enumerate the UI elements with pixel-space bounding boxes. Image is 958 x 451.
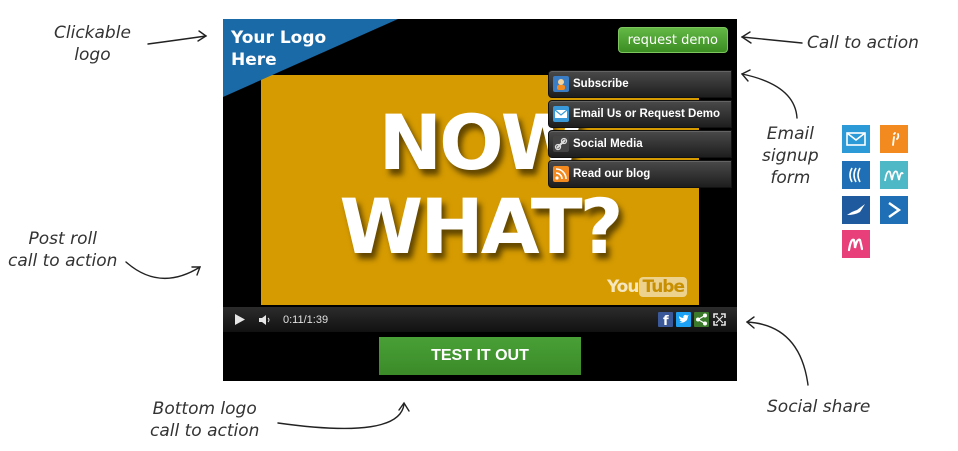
player-controls: 0:11/1:39 f xyxy=(223,307,737,332)
time-display: 0:11/1:39 xyxy=(283,313,329,326)
email-provider-icon xyxy=(842,125,870,153)
arrow-post-roll xyxy=(125,261,201,279)
arrow-social-share xyxy=(746,321,809,386)
menu-item-blog[interactable]: Read our blog xyxy=(548,160,732,188)
navy-bird-provider-icon xyxy=(842,196,870,224)
menu-item-label: Email Us or Request Demo xyxy=(573,108,720,120)
clickable-logo[interactable]: Your Logo Here xyxy=(223,19,398,97)
blue-arrow-provider-icon xyxy=(880,196,908,224)
email-icon xyxy=(553,106,569,122)
test-it-out-button[interactable]: TEST IT OUT xyxy=(379,337,581,375)
headline-line-2: WHAT? xyxy=(339,182,623,271)
youtube-watermark[interactable]: You Tube xyxy=(607,277,687,297)
logo-text: Your Logo Here xyxy=(231,28,327,70)
subscribe-icon xyxy=(553,76,569,92)
twitter-icon[interactable] xyxy=(676,312,691,327)
svg-text:f: f xyxy=(663,314,669,327)
annotation-call-to-action: Call to action xyxy=(807,33,919,53)
fullscreen-icon[interactable] xyxy=(712,312,727,327)
menu-item-label: Subscribe xyxy=(573,78,629,90)
request-demo-button[interactable]: request demo xyxy=(617,27,728,53)
menu-item-label: Social Media xyxy=(573,138,643,150)
annotation-bottom-logo: Bottom logo call to action xyxy=(150,399,260,441)
menu-item-social-media[interactable]: Social Media xyxy=(548,130,732,158)
social-menu: Subscribe Email Us or Request Demo Socia… xyxy=(548,70,732,190)
menu-item-subscribe[interactable]: Subscribe xyxy=(548,70,732,98)
arrow-email-signup xyxy=(741,73,798,119)
share-icon[interactable] xyxy=(694,312,709,327)
annotation-social-share: Social share xyxy=(767,397,871,417)
annotation-post-roll: Post roll call to action xyxy=(8,229,118,271)
facebook-icon[interactable]: f xyxy=(658,312,673,327)
rss-icon xyxy=(553,166,569,182)
arrow-clickable-logo xyxy=(147,35,207,45)
menu-item-email[interactable]: Email Us or Request Demo xyxy=(548,100,732,128)
youtube-tube: Tube xyxy=(639,277,687,297)
arrow-bottom-logo xyxy=(277,403,405,430)
play-icon[interactable] xyxy=(235,314,245,325)
blue-waves-provider-icon xyxy=(842,161,870,189)
teal-m-provider-icon xyxy=(880,161,908,189)
menu-item-label: Read our blog xyxy=(573,168,651,180)
pink-m-provider-icon xyxy=(842,230,870,258)
annotation-email-signup: Email signup form xyxy=(762,124,819,188)
youtube-you: You xyxy=(606,277,640,297)
orange-provider-icon xyxy=(880,125,908,153)
annotation-clickable-logo: Clickable logo xyxy=(54,23,131,65)
volume-icon[interactable] xyxy=(259,314,271,325)
arrow-call-to-action xyxy=(741,36,803,44)
link-icon xyxy=(553,136,569,152)
video-player[interactable]: NOW WHAT? You Tube Your Logo Here request… xyxy=(223,19,737,381)
